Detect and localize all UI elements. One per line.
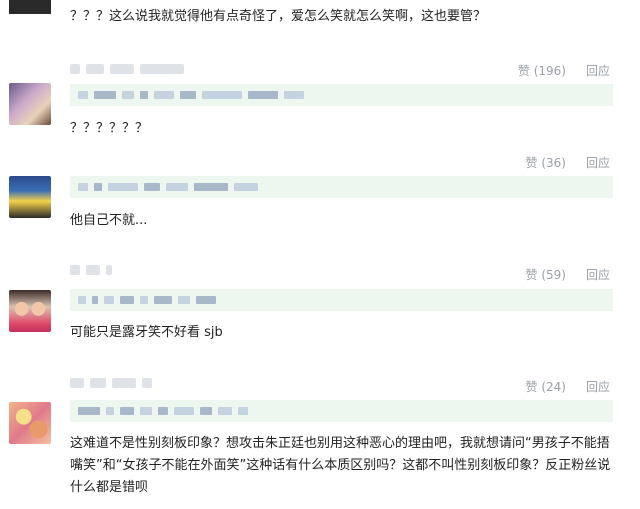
- like-button[interactable]: 赞 (24): [526, 378, 566, 395]
- commenter-name-blurred[interactable]: [70, 263, 112, 277]
- avatar[interactable]: [9, 83, 51, 125]
- comment-2-text: 他自己不就...: [70, 213, 148, 228]
- quoted-reply-bar: [70, 289, 613, 311]
- reply-button[interactable]: 回应: [586, 378, 610, 395]
- commenter-name-blurred[interactable]: [70, 62, 184, 76]
- comment-4-text: 这难道不是性别刻板印象？想攻击朱正廷也别用这种恶心的理由吧，我就想请问“男孩子不…: [70, 436, 611, 495]
- comment-meta: 赞 (36) 回应: [526, 154, 610, 171]
- like-button[interactable]: 赞 (59): [526, 266, 566, 283]
- avatar[interactable]: [9, 176, 51, 218]
- like-button[interactable]: 赞 (36): [526, 154, 566, 171]
- reply-button[interactable]: 回应: [586, 154, 610, 171]
- comment-3-text: 可能只是露牙笑不好看 sjb: [70, 325, 223, 340]
- quoted-reply-bar: [70, 400, 613, 422]
- top-avatar[interactable]: [9, 0, 51, 14]
- avatar[interactable]: [9, 290, 51, 332]
- reply-button[interactable]: 回应: [586, 62, 610, 79]
- reply-button[interactable]: 回应: [586, 266, 610, 283]
- quoted-reply-bar: [70, 84, 613, 106]
- comment-1-text: ？？？？？？: [70, 121, 149, 136]
- comment-meta: 赞 (24) 回应: [526, 378, 610, 395]
- commenter-name-blurred[interactable]: [70, 376, 152, 390]
- comment-meta: 赞 (59) 回应: [526, 266, 610, 283]
- avatar[interactable]: [9, 402, 51, 444]
- comment-0-text: ？？？这么说我就觉得他有点奇怪了，爱怎么笑就怎么笑啊，这也要管？: [70, 9, 487, 24]
- quoted-reply-bar: [70, 176, 613, 198]
- like-button[interactable]: 赞 (196): [518, 62, 566, 79]
- comment-meta: 赞 (196) 回应: [518, 62, 610, 79]
